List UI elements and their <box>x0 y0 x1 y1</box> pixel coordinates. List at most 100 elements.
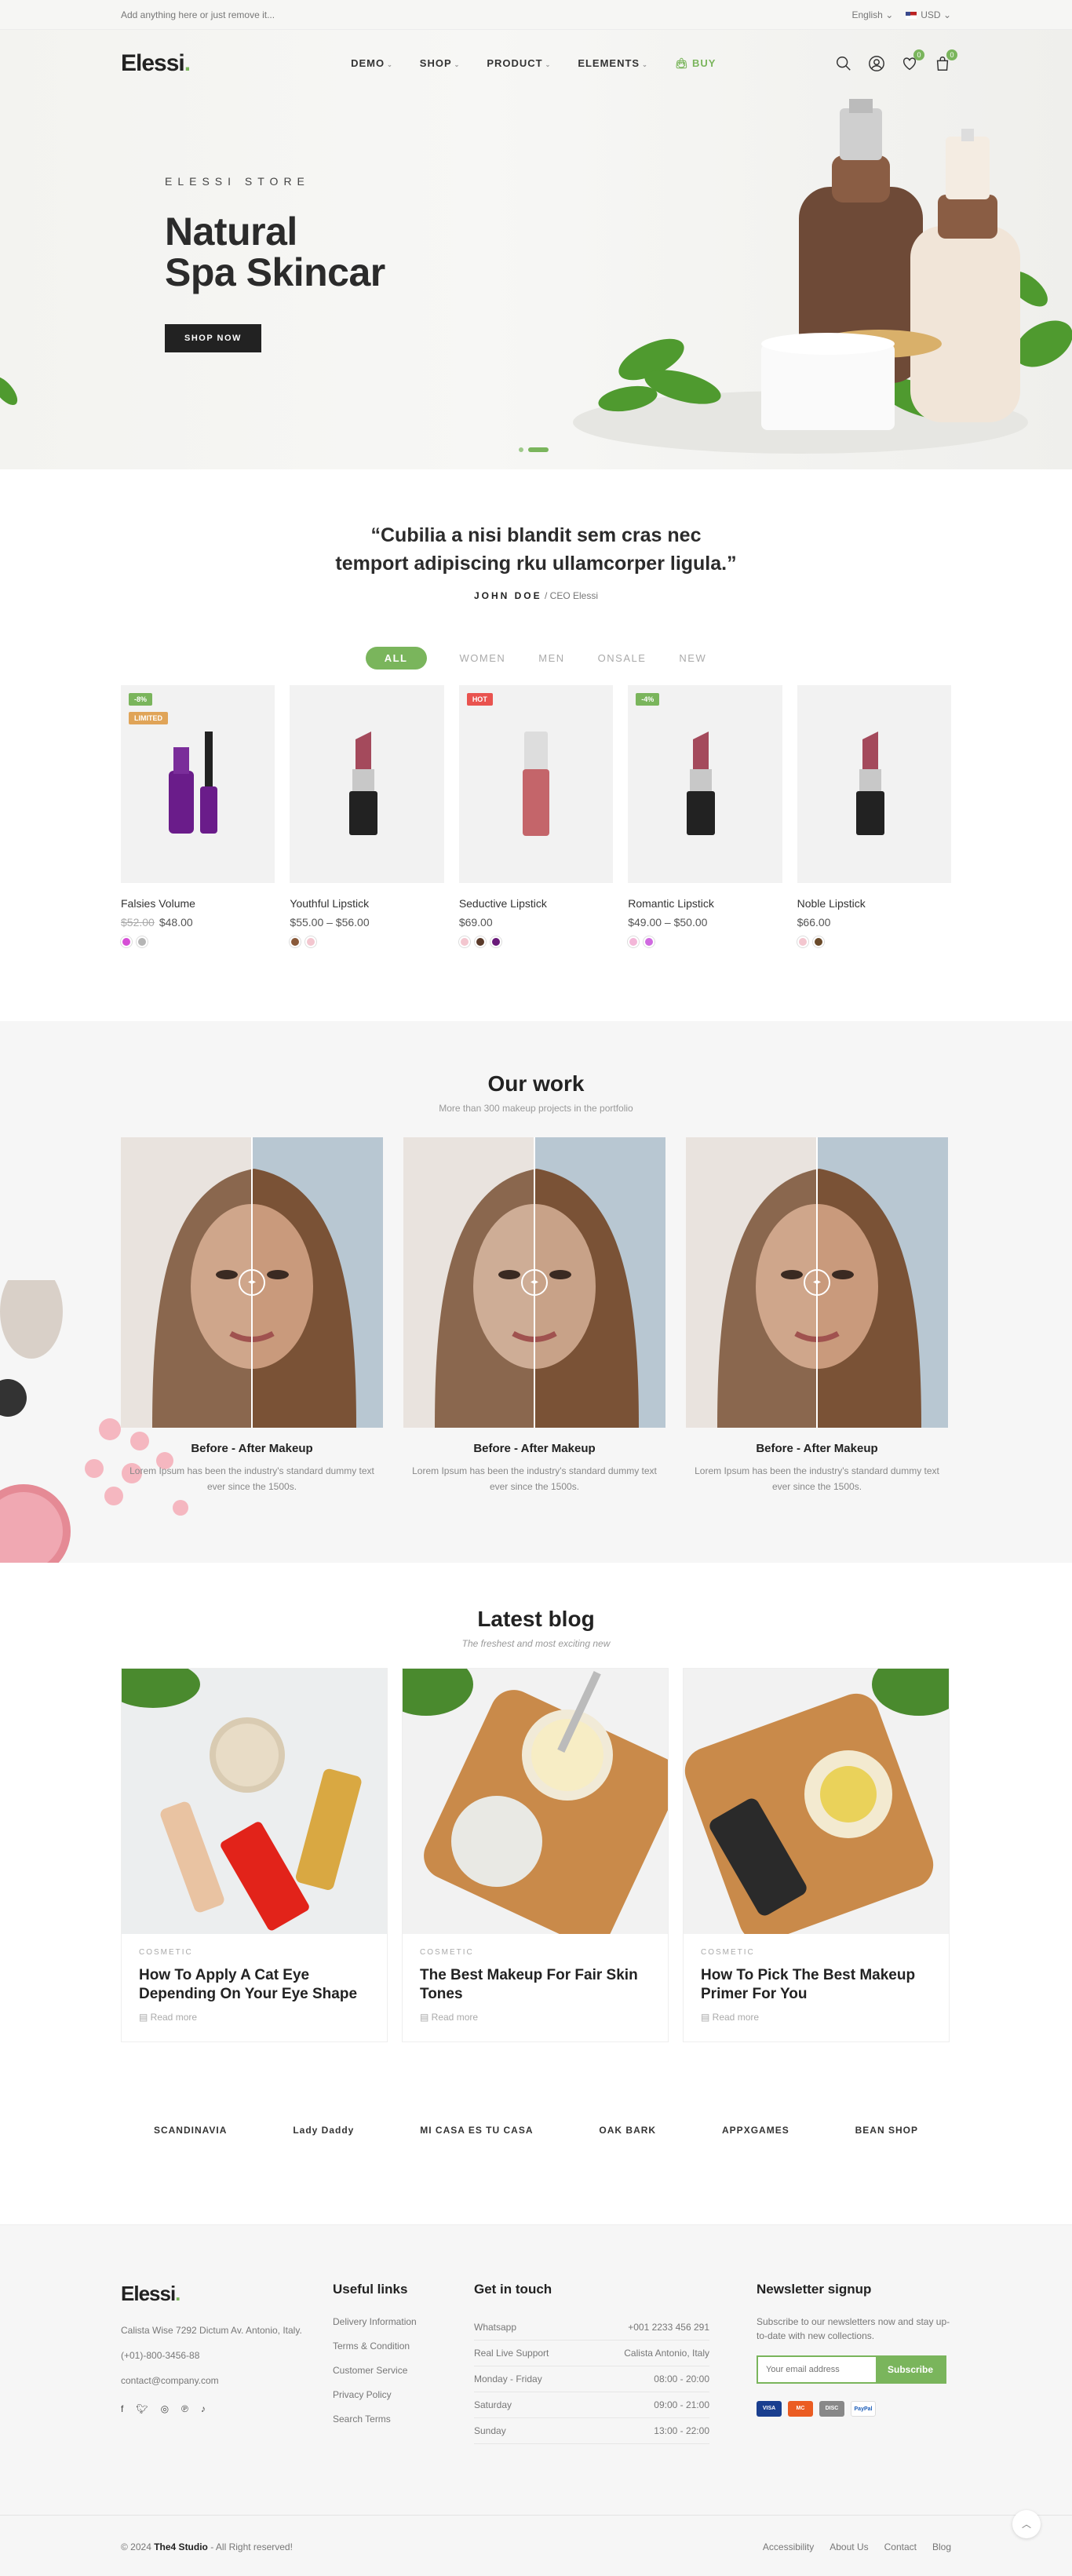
bottom-link[interactable]: Blog <box>932 2541 951 2552</box>
visa-icon: VISA <box>757 2401 782 2417</box>
bottom-link[interactable]: Accessibility <box>763 2541 814 2552</box>
footer-link[interactable]: Privacy Policy <box>333 2388 474 2402</box>
footer-link[interactable]: Delivery Information <box>333 2315 474 2329</box>
instagram-icon[interactable]: ◎ <box>161 2403 169 2414</box>
tab-onsale[interactable]: ONSALE <box>598 652 647 664</box>
color-swatch[interactable] <box>797 936 808 947</box>
footer-phone[interactable]: (+01)-800-3456-88 <box>121 2348 333 2363</box>
nav-product[interactable]: PRODUCT ⌄ <box>487 57 551 70</box>
hero-title: Natural Spa Skincar <box>165 210 385 294</box>
tab-new[interactable]: NEW <box>679 652 706 664</box>
brand-logo[interactable]: BEAN SHOP <box>855 2125 918 2136</box>
twitter-icon[interactable]: 🐦︎ <box>136 2403 148 2414</box>
color-swatch[interactable] <box>644 936 655 947</box>
back-to-top-button[interactable]: ︿ <box>1012 2510 1041 2538</box>
blog-image[interactable] <box>403 1669 668 1934</box>
logo[interactable]: Elessi. <box>121 50 191 77</box>
bottom-link[interactable]: Contact <box>884 2541 917 2552</box>
facebook-icon[interactable]: f <box>121 2403 123 2414</box>
tab-men[interactable]: MEN <box>538 652 564 664</box>
color-swatch[interactable] <box>474 936 486 947</box>
blog-title[interactable]: How To Apply A Cat Eye Depending On Your… <box>139 1966 370 2004</box>
color-swatch[interactable] <box>628 936 640 947</box>
footer-link[interactable]: Terms & Condition <box>333 2339 474 2353</box>
color-swatch[interactable] <box>305 936 317 947</box>
product-card[interactable]: HOT Seductive Lipstick $69.00 <box>458 685 614 947</box>
testimonial: “Cubilia a nisi blandit sem cras nec temp… <box>121 469 951 601</box>
read-more-link[interactable]: ▤ Read more <box>420 2012 651 2023</box>
footer-link[interactable]: Customer Service <box>333 2363 474 2377</box>
nav-elements[interactable]: ELEMENTS ⌄ <box>578 57 648 70</box>
tiktok-icon[interactable]: ♪ <box>201 2403 206 2414</box>
blog-card[interactable]: COSMETIC The Best Makeup For Fair Skin To… <box>402 1668 669 2042</box>
product-image[interactable] <box>290 685 444 883</box>
bottom-link[interactable]: About Us <box>830 2541 868 2552</box>
product-card[interactable]: -8% LIMITED Falsies Volume $52.00 $48.00 <box>121 685 275 947</box>
blog-title[interactable]: The Best Makeup For Fair Skin Tones <box>420 1966 651 2004</box>
work-cards: ◂▸ Before - After Makeup Lorem Ipsum has b… <box>121 1137 951 1494</box>
before-after-image[interactable]: ◂▸ <box>686 1137 948 1428</box>
blog-section: Latest blog The freshest and most exciti… <box>0 1563 1072 2185</box>
user-icon[interactable] <box>868 55 885 72</box>
tab-women[interactable]: WOMEN <box>460 652 506 664</box>
brand-logo[interactable]: Lady Daddy <box>293 2125 354 2136</box>
product-image[interactable]: HOT <box>458 685 614 883</box>
read-more-link[interactable]: ▤ Read more <box>139 2012 370 2023</box>
brand-logo[interactable]: MI CASA ES TU CASA <box>420 2125 533 2136</box>
brand-logo[interactable]: OAK BARK <box>599 2125 656 2136</box>
product-card[interactable]: Youthful Lipstick $55.00 – $56.00 <box>290 685 444 947</box>
compare-handle-icon[interactable]: ◂▸ <box>521 1269 548 1296</box>
currency-select[interactable]: USD ⌄ <box>906 9 951 20</box>
product-name[interactable]: Youthful Lipstick <box>290 897 443 910</box>
blog-image[interactable] <box>122 1669 387 1934</box>
blog-category[interactable]: COSMETIC <box>420 1948 651 1957</box>
nav-buy[interactable]: 👜︎ BUY <box>675 57 716 70</box>
product-card[interactable]: -4% Romantic Lipstick $49.00 – $50.00 <box>628 685 782 947</box>
before-after-image[interactable]: ◂▸ <box>121 1137 383 1428</box>
brand-logo[interactable]: APPXGAMES <box>722 2125 789 2136</box>
shop-now-button[interactable]: SHOP NOW <box>165 324 261 352</box>
color-swatch[interactable] <box>121 936 132 947</box>
brand-logo[interactable]: SCANDINAVIA <box>154 2125 227 2136</box>
color-swatch[interactable] <box>812 936 824 947</box>
search-icon[interactable] <box>835 55 852 72</box>
nav-shop[interactable]: SHOP ⌄ <box>420 57 461 70</box>
contact-row: Whatsapp +001 2233 456 291 <box>474 2315 709 2341</box>
subscribe-button[interactable]: Subscribe <box>876 2357 945 2382</box>
product-name[interactable]: Romantic Lipstick <box>628 897 782 910</box>
wishlist-icon[interactable]: 0 <box>901 49 924 72</box>
cart-icon[interactable]: 0 <box>934 49 957 72</box>
color-swatch[interactable] <box>137 936 148 947</box>
product-name[interactable]: Falsies Volume <box>121 897 275 910</box>
product-image[interactable] <box>797 685 952 883</box>
blog-title[interactable]: How To Pick The Best Makeup Primer For Y… <box>701 1966 932 2004</box>
blog-card[interactable]: COSMETIC How To Pick The Best Makeup Prim… <box>683 1668 950 2042</box>
tab-all[interactable]: ALL <box>365 647 427 670</box>
color-swatch[interactable] <box>490 936 501 947</box>
slider-dot-active[interactable] <box>528 447 549 452</box>
newsletter-email-input[interactable] <box>758 2357 876 2382</box>
footer-logo[interactable]: Elessi. <box>121 2282 333 2306</box>
pinterest-icon[interactable]: ℗ <box>181 2403 188 2414</box>
blog-card[interactable]: COSMETIC How To Apply A Cat Eye Depending… <box>121 1668 388 2042</box>
product-name[interactable]: Noble Lipstick <box>797 897 951 910</box>
nav-demo[interactable]: DEMO ⌄ <box>351 57 393 70</box>
work-card-text: Lorem Ipsum has been the industry's stan… <box>695 1465 939 1492</box>
product-name[interactable]: Seductive Lipstick <box>459 897 613 910</box>
footer-email[interactable]: contact@company.com <box>121 2373 333 2388</box>
compare-handle-icon[interactable]: ◂▸ <box>239 1269 265 1296</box>
before-after-image[interactable]: ◂▸ <box>403 1137 665 1428</box>
footer-link[interactable]: Search Terms <box>333 2412 474 2426</box>
read-more-link[interactable]: ▤ Read more <box>701 2012 932 2023</box>
product-image[interactable]: -8% LIMITED <box>121 685 275 883</box>
blog-category[interactable]: COSMETIC <box>701 1948 932 1957</box>
color-swatch[interactable] <box>290 936 301 947</box>
color-swatch[interactable] <box>458 936 470 947</box>
product-card[interactable]: Noble Lipstick $66.00 <box>797 685 952 947</box>
compare-handle-icon[interactable]: ◂▸ <box>804 1269 830 1296</box>
slider-dot[interactable] <box>519 447 523 452</box>
language-select[interactable]: English ⌄ <box>851 9 893 20</box>
blog-image[interactable] <box>684 1669 949 1934</box>
product-image[interactable]: -4% <box>628 685 782 883</box>
blog-category[interactable]: COSMETIC <box>139 1948 370 1957</box>
